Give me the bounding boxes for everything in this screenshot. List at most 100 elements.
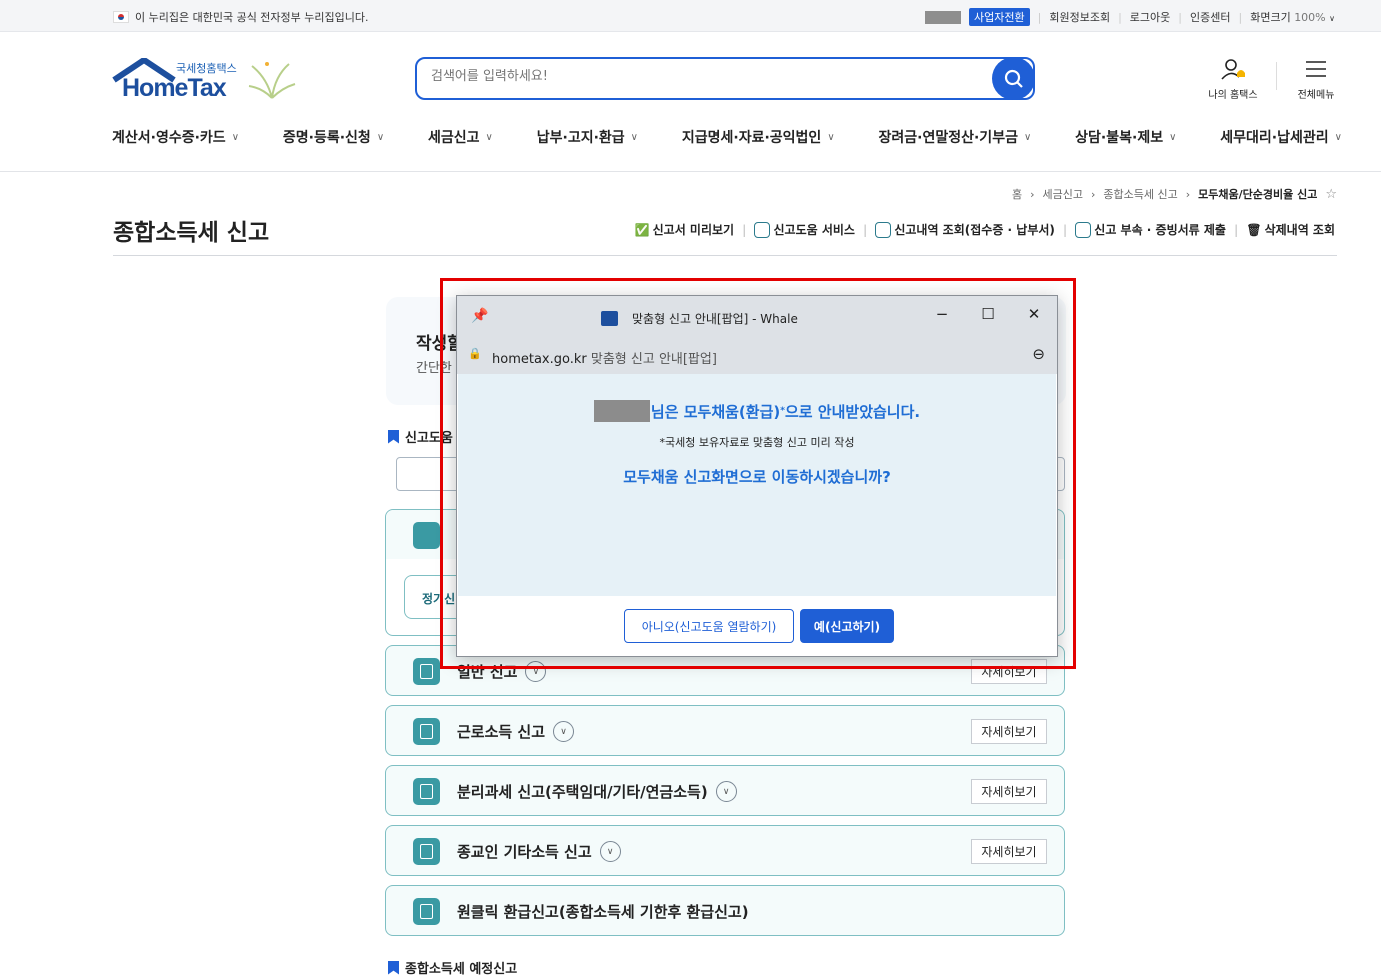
card-title: 종교인 기타소득 신고 — [457, 843, 592, 861]
top-utility-links: 사업자전환 | 회원정보조회 | 로그아웃 | 인증센터 | 화면크기 100%… — [925, 8, 1335, 26]
divider — [1276, 62, 1277, 90]
chevron-down-icon: ∨ — [376, 131, 385, 143]
gnb-item-certificate[interactable]: 증명·등록·신청 ∨ — [283, 127, 384, 147]
logo-text: HomeTax — [122, 74, 227, 102]
chevron-down-icon[interactable]: ∨ — [599, 841, 621, 862]
my-hometax-button[interactable]: 나의 홈택스 — [1203, 57, 1263, 101]
check-circle-icon: ✅ — [634, 222, 650, 237]
divider: | — [1118, 10, 1122, 24]
gnb-label: 지급명세·자료·공익법인 — [681, 130, 822, 146]
quick-deleted[interactable]: 🗑 삭제내역 조회 — [1246, 221, 1335, 238]
search-bar — [415, 57, 1035, 100]
cert-center-link[interactable]: 인증센터 — [1190, 9, 1230, 25]
divider: | — [1238, 10, 1243, 24]
gnb-item-incentive[interactable]: 장려금·연말정산·기부금 ∨ — [879, 127, 1032, 147]
chevron-down-icon[interactable]: ∨ — [715, 781, 737, 802]
quick-attachment[interactable]: 신고 부속 · 증빙서류 제출 — [1075, 221, 1226, 238]
breadcrumb-home[interactable]: 홈 — [1012, 186, 1022, 202]
gov-notice-bar: 이 누리집은 대한민국 공식 전자정부 누리집입니다. 사업자전환 | 회원정보… — [0, 0, 1381, 32]
bookmark-icon — [388, 429, 399, 444]
all-menu-label: 전체메뉴 — [1297, 90, 1335, 101]
card-separate-tax[interactable]: 분리과세 신고(주택임대/기타/연금소득) ∨ 자세히보기 — [385, 765, 1065, 816]
card-religious-income[interactable]: 종교인 기타소득 신고 ∨ 자세히보기 — [385, 825, 1065, 876]
quick-history[interactable]: 신고내역 조회(접수증 · 납부서) — [875, 221, 1055, 238]
quick-label: 신고내역 조회(접수증 · 납부서) — [894, 223, 1055, 237]
document-icon — [413, 658, 440, 685]
gnb-item-tax-report[interactable]: 세금신고 ∨ — [428, 127, 493, 147]
divider: | — [1062, 222, 1068, 237]
quick-label: 신고 부속 · 증빙서류 제출 — [1094, 223, 1226, 237]
card-oneclick-refund[interactable]: 원클릭 환급신고(종합소득세 기한후 환급신고) — [385, 885, 1065, 936]
gnb-item-agent[interactable]: 세무대리·납세관리 ∨ — [1220, 127, 1342, 147]
document-icon — [413, 718, 440, 745]
chevron-down-icon[interactable]: ∨ — [553, 721, 575, 742]
quick-label: 신고도움 서비스 — [773, 223, 855, 237]
chevron-down-icon: ∨ — [630, 131, 638, 143]
chevron-down-icon: ∨ — [231, 131, 240, 143]
gnb-item-invoice[interactable]: 계산서·영수증·카드 ∨ — [112, 127, 239, 147]
hometax-logo[interactable]: 국세청홈택스 HomeTax — [112, 58, 302, 106]
chevron-down-icon: ∨ — [485, 131, 493, 143]
gnb-label: 세무대리·납세관리 — [1220, 130, 1329, 146]
detail-button[interactable]: 자세히보기 — [971, 779, 1047, 804]
gnb-label: 상담·불복·제보 — [1075, 130, 1164, 146]
document-icon — [875, 221, 892, 238]
redacted-username — [925, 10, 962, 24]
hamburger-menu-icon — [1306, 61, 1326, 77]
quick-label: 신고서 미리보기 — [652, 223, 735, 237]
leaf-decoration-icon — [248, 62, 296, 99]
breadcrumb: 홈 › 세금신고 › 종합소득세 신고 › 모두채움/단순경비율 신고 ☆ — [1012, 186, 1337, 202]
gnb-label: 증명·등록·신청 — [282, 130, 371, 146]
quick-help-service[interactable]: 신고도움 서비스 — [754, 221, 855, 238]
gnb-item-statement[interactable]: 지급명세·자료·공익법인 ∨ — [682, 127, 835, 147]
gnb-label: 세금신고 — [428, 130, 480, 146]
search-button[interactable] — [992, 57, 1035, 100]
document-icon — [413, 778, 440, 805]
highlight-box — [440, 278, 1076, 669]
user-bell-icon — [1221, 59, 1245, 80]
divider — [0, 171, 1381, 172]
quick-label: 삭제내역 조회 — [1264, 223, 1335, 237]
chevron-right-icon: › — [1030, 187, 1035, 201]
card-title: 근로소득 신고 — [457, 723, 546, 741]
detail-button[interactable]: 자세히보기 — [971, 719, 1047, 744]
zoom-control[interactable]: 화면크기 100% ∨ — [1250, 9, 1335, 25]
divider: | — [862, 222, 868, 237]
gnb-item-consult[interactable]: 상담·불복·제보 ∨ — [1075, 127, 1176, 147]
chevron-right-icon: › — [1091, 187, 1096, 201]
detail-button[interactable]: 자세히보기 — [971, 839, 1047, 864]
chevron-down-icon: ∨ — [1169, 131, 1177, 143]
document-icon — [413, 898, 440, 925]
gnb-label: 장려금·연말정산·기부금 — [878, 130, 1018, 146]
gnb-item-payment[interactable]: 납부·고지·환급 ∨ — [537, 127, 638, 147]
breadcrumb-income-tax[interactable]: 종합소득세 신고 — [1103, 186, 1177, 202]
trash-icon: 🗑 — [1246, 222, 1262, 237]
card-earned-income[interactable]: 근로소득 신고 ∨ 자세히보기 — [385, 705, 1065, 756]
chevron-down-icon: ∨ — [1023, 131, 1032, 143]
document-icon — [413, 838, 440, 865]
main-navigation: 계산서·영수증·카드 ∨ 증명·등록·신청 ∨ 세금신고 ∨ 납부·고지·환급 ∨ 지급… — [112, 127, 1342, 147]
chevron-down-icon: ∨ — [1329, 14, 1335, 23]
gnb-label: 계산서·영수증·카드 — [112, 130, 226, 146]
bookmark-icon — [388, 960, 399, 975]
quick-preview[interactable]: ✅ 신고서 미리보기 — [635, 221, 734, 238]
zoom-label: 화면크기 — [1250, 11, 1291, 24]
all-menu-button[interactable]: 전체메뉴 — [1291, 57, 1341, 101]
section-heading-expected: 종합소득세 예정신고 — [388, 958, 517, 977]
logout-link[interactable]: 로그아웃 — [1130, 9, 1170, 25]
biz-switch-button[interactable]: 사업자전환 — [969, 8, 1030, 26]
quick-links: ✅ 신고서 미리보기 | 신고도움 서비스 | 신고내역 조회(접수증 · 납부서) |… — [635, 221, 1335, 238]
divider: | — [1178, 10, 1182, 24]
monitor-icon — [754, 221, 771, 238]
divider: | — [1233, 222, 1239, 237]
breadcrumb-tax-report[interactable]: 세금신고 — [1043, 186, 1083, 202]
card-title: 원클릭 환급신고(종합소득세 기한후 환급신고) — [457, 903, 749, 921]
divider — [113, 255, 1337, 256]
star-icon[interactable]: ☆ — [1325, 187, 1337, 202]
section-heading-label: 종합소득세 예정신고 — [405, 962, 518, 977]
search-input[interactable] — [431, 69, 951, 84]
breadcrumb-current: 모두채움/단순경비율 신고 — [1198, 188, 1318, 201]
gnb-label: 납부·고지·환급 — [536, 130, 625, 146]
divider: | — [742, 222, 747, 237]
member-info-link[interactable]: 회원정보조회 — [1049, 9, 1110, 25]
